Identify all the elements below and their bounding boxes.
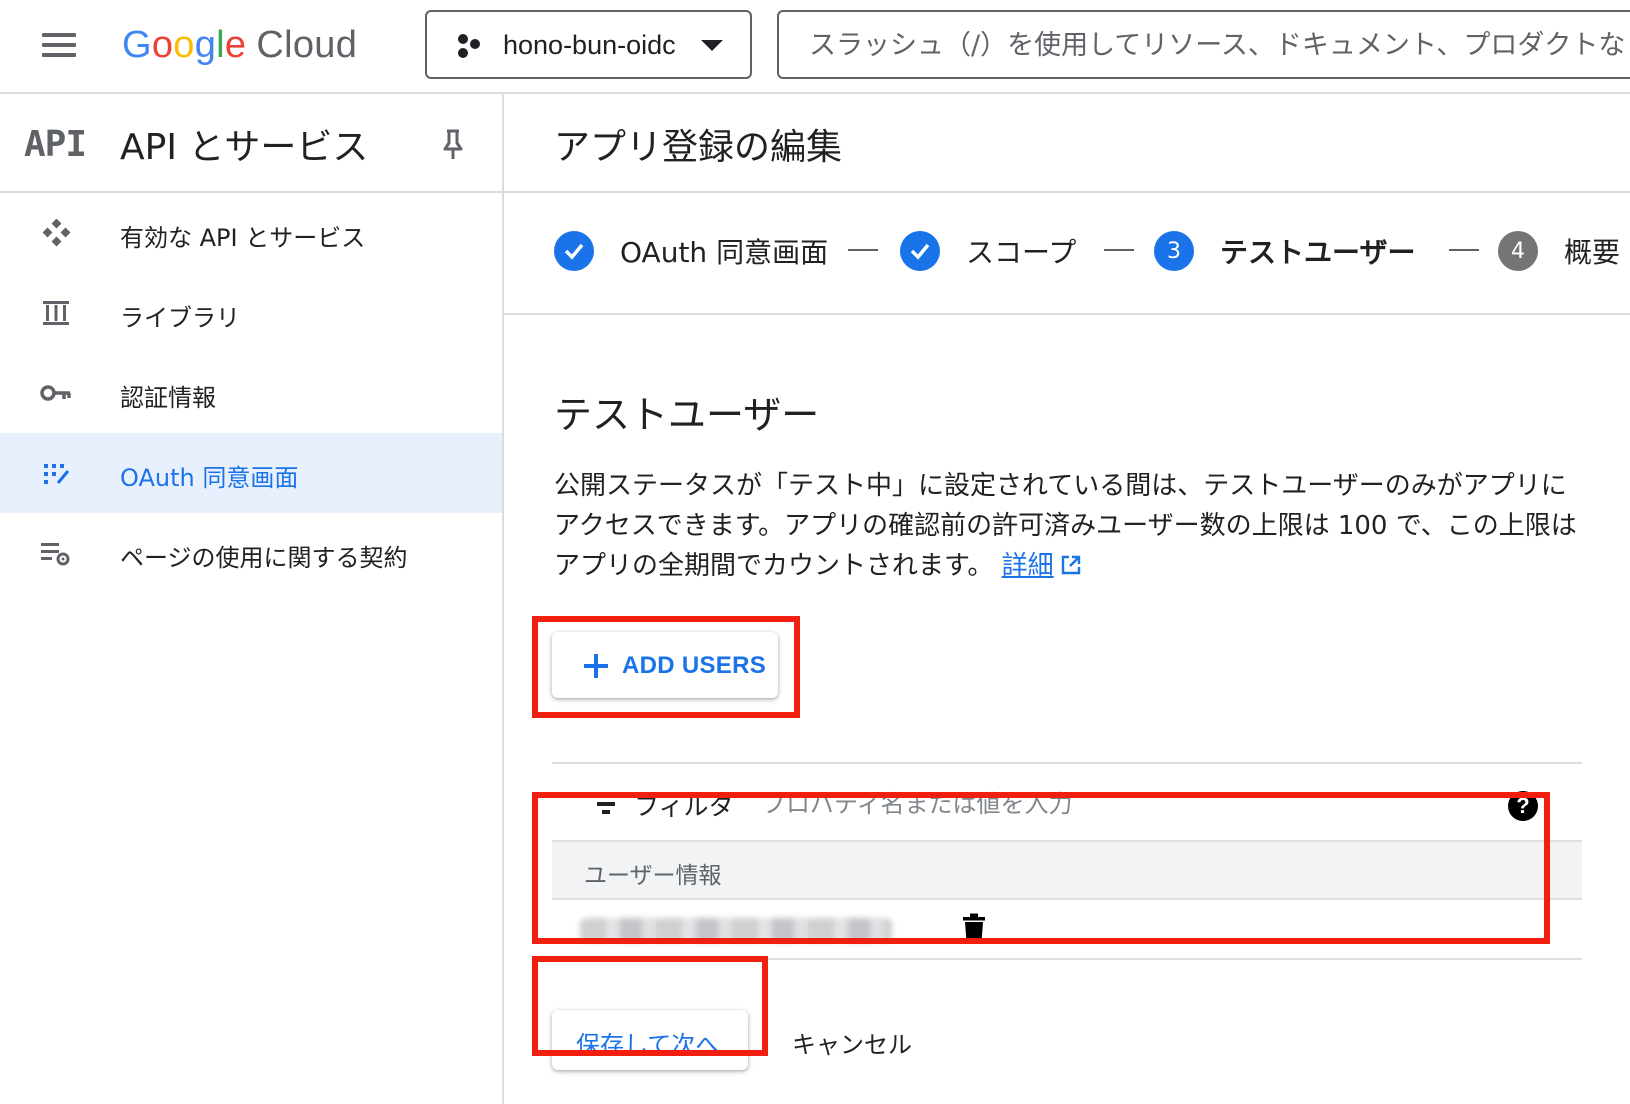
- help-icon[interactable]: ?: [1508, 791, 1538, 821]
- sidebar-item-enabled-apis[interactable]: 有効な API とサービス: [0, 193, 502, 273]
- step-divider: [1449, 249, 1479, 251]
- sidebar-header: API API とサービス: [0, 94, 502, 193]
- filter-icon[interactable]: [592, 794, 620, 816]
- table-row: [552, 900, 1582, 960]
- section-title: テストユーザー: [554, 393, 820, 437]
- external-link-icon: [1061, 555, 1080, 575]
- table-header: ユーザー情報: [552, 840, 1582, 900]
- trash-icon[interactable]: [962, 913, 986, 943]
- step-summary[interactable]: 4 概要: [1498, 231, 1620, 271]
- page-usage-settings-icon: [41, 543, 70, 566]
- main-content: アプリ登録の編集 OAuth 同意画面 スコープ 3 テストユーザー 4 概要 …: [504, 94, 1630, 1104]
- top-app-bar: Go o g l e Cloud hono-bun-oidc: [0, 0, 1630, 94]
- search-bar[interactable]: [777, 10, 1630, 79]
- sidebar-item-page-usage-agreements[interactable]: ページの使用に関する契約: [0, 513, 502, 593]
- project-name: hono-bun-oidc: [503, 30, 676, 60]
- cancel-button[interactable]: キャンセル: [774, 1010, 926, 1070]
- sidebar-title: API とサービス: [120, 127, 369, 168]
- project-selector[interactable]: hono-bun-oidc: [425, 10, 752, 79]
- check-circle-icon: [900, 231, 940, 271]
- api-diamond-icon: [42, 219, 71, 247]
- google-cloud-logo[interactable]: Go o g l e Cloud: [122, 18, 357, 72]
- page-header: アプリ登録の編集: [504, 94, 1630, 193]
- filter-input[interactable]: [762, 784, 1442, 824]
- main-menu-icon[interactable]: [38, 30, 80, 60]
- step-scopes[interactable]: スコープ: [900, 231, 1076, 271]
- key-icon: [40, 385, 71, 401]
- test-users-table: ユーザー情報: [552, 840, 1582, 960]
- library-icon: [43, 301, 69, 325]
- plus-icon: [584, 654, 608, 678]
- sidebar-item-library[interactable]: ライブラリ: [0, 273, 502, 353]
- column-header-user-info: ユーザー情報: [584, 863, 722, 889]
- sidebar-item-oauth-consent[interactable]: OAuth 同意画面: [0, 433, 502, 513]
- details-link[interactable]: 詳細: [1002, 551, 1054, 581]
- oauth-consent-icon: [44, 464, 70, 484]
- search-input[interactable]: [809, 24, 1629, 66]
- sidebar-nav: 有効な API とサービス ライブラリ 認証情報 OAuth 同意画面 ページの…: [0, 193, 502, 593]
- redacted-email: [580, 918, 892, 942]
- chevron-down-icon: [701, 40, 723, 51]
- step-oauth-consent[interactable]: OAuth 同意画面: [554, 231, 828, 271]
- filter-label: フィルタ: [634, 792, 734, 821]
- api-logo-icon: API: [24, 124, 87, 165]
- project-hexagons-icon: [458, 34, 480, 58]
- add-users-button[interactable]: ADD USERS: [552, 632, 778, 698]
- description-text: 公開ステータスが「テスト中」に設定されている間は、テストユーザーのみがアプリにア…: [554, 471, 1577, 581]
- step-test-users[interactable]: 3 テストユーザー: [1154, 231, 1415, 271]
- step-divider: [848, 249, 878, 251]
- sidebar-item-credentials[interactable]: 認証情報: [0, 353, 502, 433]
- check-circle-icon: [554, 231, 594, 271]
- save-and-next-button[interactable]: 保存して次へ: [552, 1010, 748, 1070]
- page-title: アプリ登録の編集: [554, 127, 843, 168]
- step-divider: [1104, 249, 1134, 251]
- divider: [552, 762, 1582, 764]
- stepper: OAuth 同意画面 スコープ 3 テストユーザー 4 概要: [504, 193, 1630, 315]
- sidebar: API API とサービス 有効な API とサービス ライブラリ 認証情報 O…: [0, 94, 504, 1104]
- pin-icon[interactable]: [440, 128, 466, 162]
